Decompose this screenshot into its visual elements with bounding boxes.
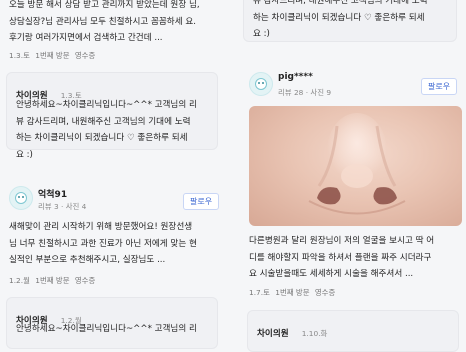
owner-reply: 차이의원 1.10.화 bbox=[247, 310, 459, 352]
review-line: 요 시술받을때도 세세하게 시술을 해주셔서 ... bbox=[249, 269, 414, 279]
user-stats: 리뷰 28 · 사진 9 bbox=[278, 88, 332, 97]
visit-date: 1.3.토 bbox=[9, 51, 30, 60]
visit-date: 1.7.토 bbox=[249, 288, 270, 297]
review-line: 상담실장?님 관리사님 모두 친절하시고 꼼꼼하세 요. bbox=[9, 16, 196, 27]
follow-button[interactable]: 팔로우 bbox=[183, 193, 220, 210]
review-line: 새해맞이 관리 시작하기 위해 방문했어요! 원장선생 bbox=[9, 222, 193, 232]
visit-date: 1.2.월 bbox=[9, 276, 30, 285]
nose-photo-image bbox=[308, 113, 406, 215]
review-line: 오늘 방문 해서 상담 받고 관리까지 받았는데 원장 님, bbox=[9, 0, 200, 10]
owner-reply: 차이의원 1.2.월 안녕하세요~차이클리닉입니다~^^* 고객님의 리 bbox=[6, 297, 218, 349]
reply-line: 하는 차이클리닉이 되겠습니다 ♡ 좋은하루 되세 bbox=[253, 12, 425, 23]
visit-count: 1번째 방문 bbox=[275, 288, 310, 297]
receipt-badge: 영수증 bbox=[314, 288, 336, 297]
review-column-right: 뷰 감사드리며, 내원해주신 고객님의 기대에 노력 하는 차이클리닉이 되겠습… bbox=[241, 0, 466, 352]
review-text[interactable]: 오늘 방문 해서 상담 받고 관리까지 받았는데 원장 님, 상담실장?님 관리… bbox=[9, 0, 234, 47]
visit-count: 1번째 방문 bbox=[35, 51, 70, 60]
review-meta: 1.7.토 1번째 방문 영수증 bbox=[249, 287, 338, 298]
review-line: 실적인 부분으로 추천해주시고, 실장님도 ... bbox=[9, 255, 166, 265]
receipt-badge: 영수증 bbox=[74, 276, 96, 285]
user-name[interactable]: pig**** bbox=[278, 72, 313, 82]
reply-line: 뷰 감사드리며, 내원해주신 고객님의 기대에 노력 bbox=[16, 116, 191, 127]
review-line: 다른병원과 달리 원장님이 저의 얼굴을 보시고 딱 어 bbox=[249, 236, 435, 246]
reply-line: 안녕하세요~차이클리닉입니다~^^* 고객님의 리 bbox=[16, 100, 197, 110]
review-line: 님 너무 친절하시고 과한 진료가 아닌 저에게 맞는 현 bbox=[9, 238, 197, 249]
reply-line: 요 :) bbox=[16, 149, 33, 160]
user-avatar[interactable] bbox=[9, 186, 33, 210]
avatar-face-icon bbox=[255, 78, 267, 90]
review-meta: 1.3.토 1번째 방문 영수증 bbox=[9, 50, 98, 61]
visit-count: 1번째 방문 bbox=[35, 276, 70, 285]
reply-line: 뷰 감사드리며, 내원해주신 고객님의 기대에 노력 bbox=[253, 0, 428, 6]
follow-button[interactable]: 팔로우 bbox=[421, 78, 458, 95]
owner-reply: 뷰 감사드리며, 내원해주신 고객님의 기대에 노력 하는 차이클리닉이 되겠습… bbox=[243, 0, 457, 42]
reply-line: 안녕하세요~차이클리닉입니다~^^* 고객님의 리 bbox=[16, 324, 197, 334]
reply-date: 1.10.화 bbox=[301, 329, 328, 338]
user-name[interactable]: 억척91 bbox=[38, 187, 67, 200]
review-meta: 1.2.월 1번째 방문 영수증 bbox=[9, 275, 98, 286]
avatar-face-icon bbox=[15, 192, 27, 204]
user-stats: 리뷰 3 · 사진 4 bbox=[38, 202, 87, 211]
review-line: 후기랑 여러가지면에서 검색하고 간건데 ... bbox=[9, 33, 163, 43]
review-text[interactable]: 다른병원과 달리 원장님이 저의 얼굴을 보시고 딱 어 디를 해야할지 파악을… bbox=[249, 233, 466, 283]
review-text[interactable]: 새해맞이 관리 시작하기 위해 방문했어요! 원장선생 님 너무 친절하시고 과… bbox=[9, 219, 234, 269]
review-photo[interactable] bbox=[249, 106, 462, 226]
receipt-badge: 영수증 bbox=[74, 51, 96, 60]
review-line: 디를 해야할지 파악을 하셔서 플랜을 짜주 시더라구 bbox=[249, 252, 432, 263]
reply-shop-name: 차이의원 bbox=[257, 329, 289, 339]
review-column-left: 오늘 방문 해서 상담 받고 관리까지 받았는데 원장 님, 상담실장?님 관리… bbox=[0, 0, 235, 349]
reply-line: 하는 차이클리닉이 되겠습니다 ♡ 좋은하루 되세 bbox=[16, 133, 188, 143]
user-avatar[interactable] bbox=[249, 72, 273, 96]
reply-line: 요 :) bbox=[253, 29, 270, 39]
owner-reply: 차이의원 1.3.토 안녕하세요~차이클리닉입니다~^^* 고객님의 리 뷰 감… bbox=[6, 72, 218, 160]
